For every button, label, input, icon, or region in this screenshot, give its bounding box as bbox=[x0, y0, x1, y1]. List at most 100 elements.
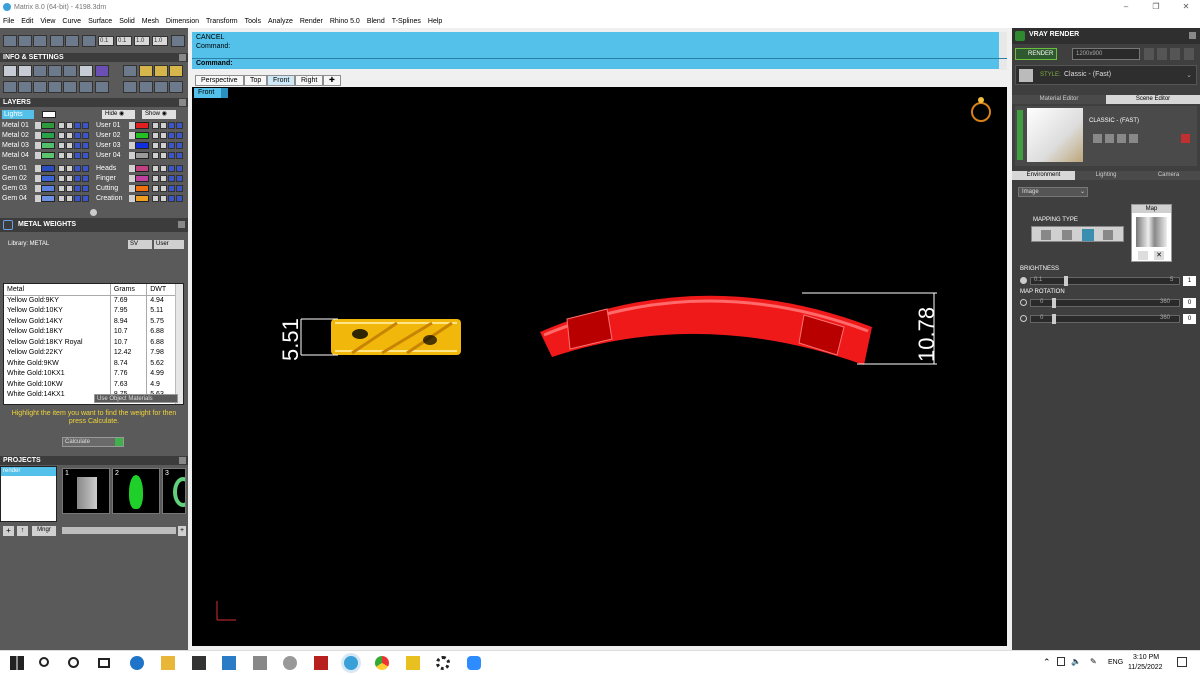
lock-icon[interactable] bbox=[58, 185, 65, 192]
preset-arrow-icon[interactable] bbox=[1017, 110, 1023, 160]
visibility-icon[interactable] bbox=[168, 132, 175, 139]
lock-icon[interactable] bbox=[152, 165, 159, 172]
task-view-icon[interactable] bbox=[98, 658, 110, 668]
close-icon[interactable] bbox=[178, 221, 185, 228]
map-clear-icon[interactable]: ✕ bbox=[1154, 251, 1164, 260]
use-object-materials[interactable]: Use Object Materials bbox=[94, 394, 178, 403]
layer-row[interactable]: Gem 02 bbox=[0, 174, 92, 183]
visibility-icon[interactable] bbox=[74, 122, 81, 129]
camera-icon[interactable] bbox=[154, 81, 168, 93]
mail-icon[interactable] bbox=[222, 656, 236, 670]
up-project-button[interactable]: ↑ bbox=[17, 526, 28, 536]
layer-row[interactable]: User 02 bbox=[94, 131, 186, 140]
lock-icon[interactable] bbox=[152, 152, 159, 159]
layer-row[interactable]: Gem 03 bbox=[0, 184, 92, 193]
layer-color-swatch[interactable] bbox=[41, 195, 55, 202]
tab-perspective[interactable]: Perspective bbox=[195, 75, 244, 86]
ortho-tool-button[interactable] bbox=[33, 35, 47, 47]
lock-icon[interactable] bbox=[58, 142, 65, 149]
table-row[interactable]: Yellow Gold:22KY 12.42 7.98 bbox=[4, 347, 177, 358]
notification-icon[interactable] bbox=[1177, 657, 1187, 667]
tab-top[interactable]: Top bbox=[244, 75, 268, 86]
select-icon[interactable] bbox=[82, 122, 89, 129]
select-icon[interactable] bbox=[82, 195, 89, 202]
manager-button[interactable]: Mngr bbox=[32, 526, 56, 536]
planar-tool-button[interactable] bbox=[50, 35, 64, 47]
minimize-button[interactable]: – bbox=[1116, 0, 1136, 14]
settings-icon[interactable] bbox=[436, 656, 450, 670]
layer-row[interactable]: Metal 04 bbox=[0, 151, 92, 160]
layout-3-icon[interactable] bbox=[169, 65, 183, 77]
preset-icon-4[interactable] bbox=[1129, 134, 1138, 143]
chrome-icon[interactable] bbox=[375, 656, 389, 670]
ruler-icon[interactable] bbox=[48, 65, 62, 77]
render-play-icon[interactable] bbox=[1170, 48, 1180, 60]
language-indicator[interactable]: ENG bbox=[1108, 659, 1123, 666]
snap-tool-button[interactable] bbox=[3, 35, 17, 47]
layer-row[interactable]: User 04 bbox=[94, 151, 186, 160]
print-icon[interactable] bbox=[160, 132, 167, 139]
print-icon[interactable] bbox=[66, 175, 73, 182]
visibility-icon[interactable] bbox=[74, 165, 81, 172]
user-button[interactable]: User bbox=[154, 240, 184, 249]
mapping-sphere-icon[interactable] bbox=[1103, 230, 1113, 240]
table-row[interactable]: White Gold:9KW 8.74 5.62 bbox=[4, 358, 177, 369]
layer-color-swatch[interactable] bbox=[41, 152, 55, 159]
select-icon[interactable] bbox=[176, 152, 183, 159]
select-icon[interactable] bbox=[176, 165, 183, 172]
mapping-cylinder-icon[interactable] bbox=[1082, 229, 1094, 241]
layer-color-swatch[interactable] bbox=[41, 185, 55, 192]
lock-icon[interactable] bbox=[58, 175, 65, 182]
menu-render[interactable]: Render bbox=[300, 18, 323, 25]
project-thumb-3[interactable]: 3 bbox=[162, 468, 186, 514]
scene-icon[interactable] bbox=[95, 81, 109, 93]
layer-row[interactable]: User 01 bbox=[94, 121, 186, 130]
command-scrollbar[interactable] bbox=[999, 32, 1007, 58]
lock-icon[interactable] bbox=[152, 142, 159, 149]
layer-color-swatch[interactable] bbox=[41, 122, 55, 129]
select-icon[interactable] bbox=[82, 185, 89, 192]
visibility-icon[interactable] bbox=[168, 142, 175, 149]
print-icon[interactable] bbox=[66, 132, 73, 139]
measure-icon[interactable] bbox=[33, 65, 47, 77]
menu-file[interactable]: File bbox=[3, 18, 14, 25]
grid-value-4[interactable]: 1.0 bbox=[152, 36, 168, 46]
column-header[interactable]: Grams bbox=[110, 284, 148, 296]
select-icon[interactable] bbox=[82, 132, 89, 139]
layer-color-swatch[interactable] bbox=[135, 122, 149, 129]
windows-start-icon[interactable] bbox=[10, 656, 24, 670]
command-line[interactable]: Command: bbox=[192, 58, 1007, 70]
print-icon[interactable] bbox=[160, 142, 167, 149]
shade-icon[interactable] bbox=[33, 81, 47, 93]
print-icon[interactable] bbox=[160, 152, 167, 159]
grid-toggle-button[interactable] bbox=[171, 35, 185, 47]
osnap-tool-button[interactable] bbox=[65, 35, 79, 47]
close-icon[interactable] bbox=[179, 457, 186, 464]
zoom-icon[interactable] bbox=[467, 656, 481, 670]
render-prev-icon[interactable] bbox=[1144, 48, 1154, 60]
image-select[interactable]: Image ⌄ bbox=[1018, 187, 1088, 197]
mapping-box-icon[interactable] bbox=[1062, 230, 1072, 240]
grid-value-3[interactable]: 1.0 bbox=[134, 36, 150, 46]
volume-icon[interactable]: 🔈 bbox=[1071, 657, 1081, 666]
preset-delete-icon[interactable] bbox=[1181, 134, 1190, 143]
network-icon[interactable] bbox=[1057, 657, 1065, 666]
palette-icon[interactable] bbox=[169, 81, 183, 93]
visibility-icon[interactable] bbox=[168, 122, 175, 129]
layer-color-swatch[interactable] bbox=[41, 132, 55, 139]
layer-color-swatch[interactable] bbox=[135, 185, 149, 192]
lock-icon[interactable] bbox=[152, 122, 159, 129]
table-row[interactable]: White Gold:10KW 7.63 4.9 bbox=[4, 379, 177, 390]
brightness-value-field[interactable]: 1 bbox=[1183, 276, 1196, 286]
print-icon[interactable] bbox=[66, 185, 73, 192]
viewport-label[interactable]: Front bbox=[194, 88, 228, 98]
projects-scrollbar[interactable] bbox=[62, 527, 176, 534]
visibility-icon[interactable] bbox=[168, 165, 175, 172]
menu-solid[interactable]: Solid bbox=[119, 18, 135, 25]
select-icon[interactable] bbox=[82, 152, 89, 159]
preset-icon-2[interactable] bbox=[1105, 134, 1114, 143]
tab-right[interactable]: Right bbox=[295, 75, 324, 86]
visibility-icon[interactable] bbox=[74, 132, 81, 139]
select-icon[interactable] bbox=[176, 132, 183, 139]
layer-row[interactable]: Finger bbox=[94, 174, 186, 183]
